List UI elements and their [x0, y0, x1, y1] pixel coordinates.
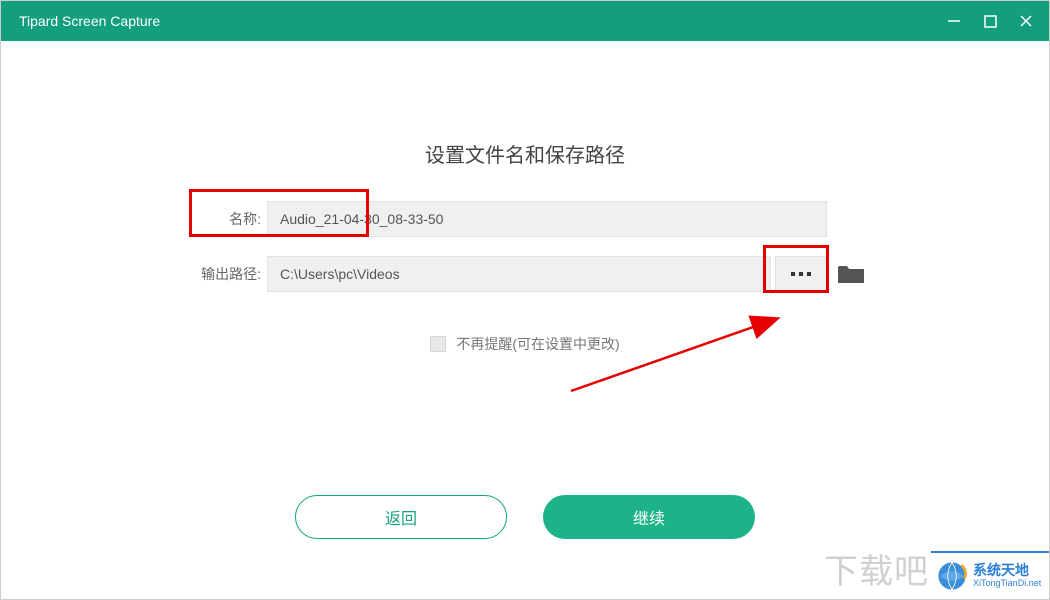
app-window: Tipard Screen Capture 设置文件名和保存路径 名称: 输出路… [0, 0, 1050, 600]
dialog-buttons: 返回 继续 [1, 495, 1049, 539]
dialog-content: 设置文件名和保存路径 名称: 输出路径: 不再提醒(可在设置中更改) 返回 继续 [1, 41, 1049, 599]
maximize-button[interactable] [981, 12, 999, 30]
dont-remind-checkbox[interactable] [430, 336, 446, 352]
app-title: Tipard Screen Capture [19, 13, 160, 29]
window-controls [945, 12, 1035, 30]
filename-label: 名称: [191, 209, 261, 229]
folder-icon [837, 263, 865, 285]
dont-remind-row: 不再提醒(可在设置中更改) [1, 334, 1049, 354]
browse-button[interactable] [775, 256, 827, 292]
ellipsis-icon [791, 272, 811, 276]
minimize-button[interactable] [945, 12, 963, 30]
open-folder-button[interactable] [837, 263, 865, 285]
output-path-input[interactable] [267, 256, 771, 292]
back-button[interactable]: 返回 [295, 495, 507, 539]
titlebar: Tipard Screen Capture [1, 1, 1049, 41]
output-path-label: 输出路径: [191, 264, 261, 284]
dialog-heading: 设置文件名和保存路径 [1, 139, 1049, 168]
close-button[interactable] [1017, 12, 1035, 30]
dont-remind-label: 不再提醒(可在设置中更改) [456, 334, 619, 354]
output-path-row: 输出路径: [191, 256, 865, 292]
continue-button[interactable]: 继续 [543, 495, 755, 539]
filename-input[interactable] [267, 201, 827, 237]
filename-row: 名称: [191, 201, 827, 237]
